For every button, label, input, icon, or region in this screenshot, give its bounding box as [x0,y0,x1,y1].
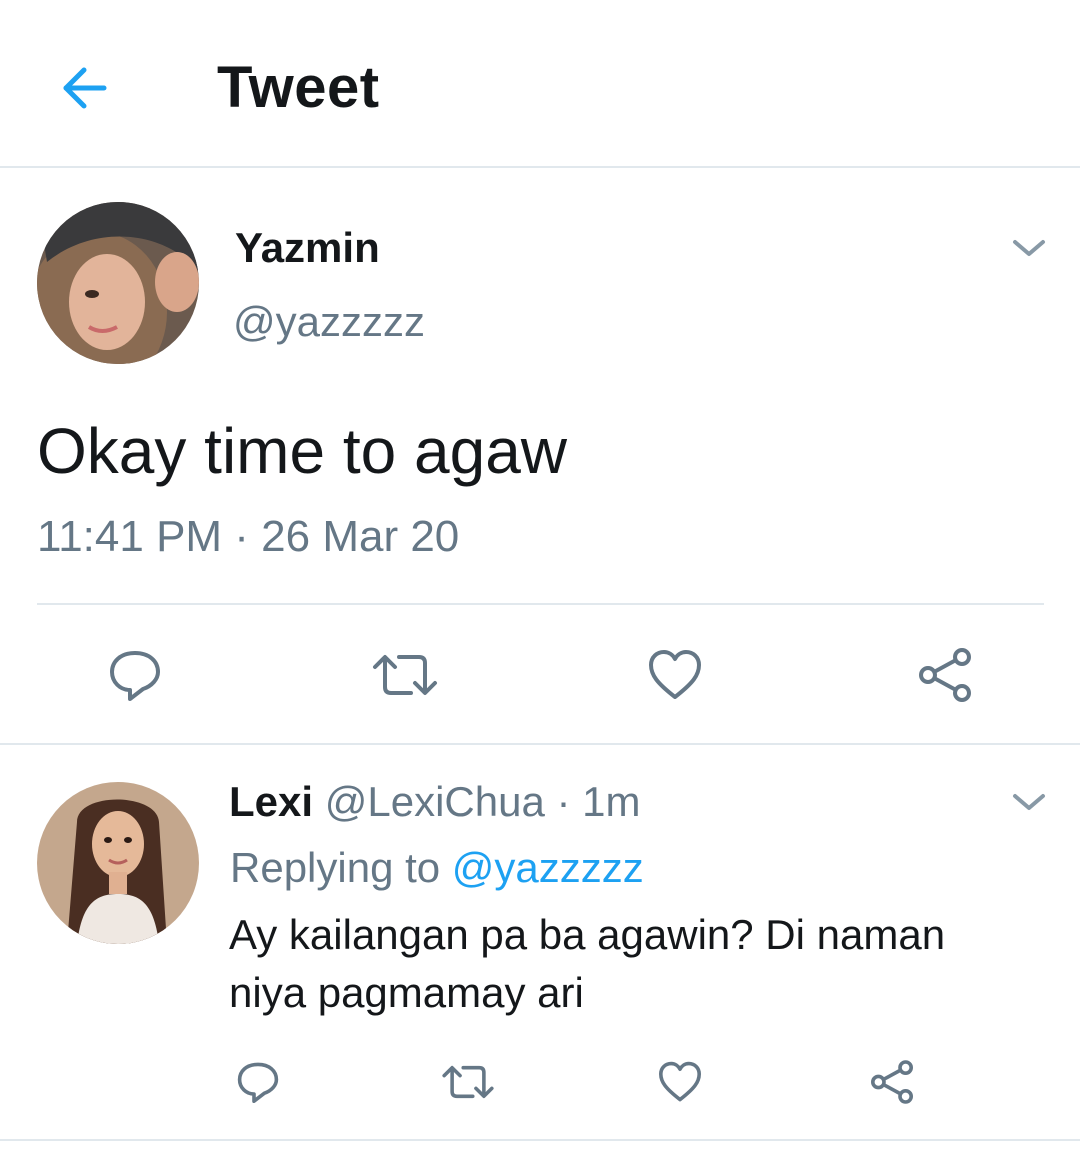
like-button[interactable] [652,1054,708,1110]
retweet-icon [373,655,437,695]
tweet-menu-button[interactable] [1007,226,1051,270]
like-button[interactable] [640,640,710,710]
divider [0,743,1080,745]
reply-author-name[interactable]: Lexi [229,778,313,825]
divider [37,603,1044,605]
chevron-down-icon [1013,794,1045,810]
chevron-down-icon [1013,240,1045,256]
page-title: Tweet [217,55,380,120]
retweet-button[interactable] [370,640,440,710]
top-bar: Tweet [0,0,1080,168]
avatar-image [37,202,199,364]
tweet-text: Okay time to agaw [37,415,567,487]
back-button[interactable] [48,52,120,124]
author-name[interactable]: Yazmin [235,224,380,272]
reply-button[interactable] [100,640,170,710]
share-button[interactable] [864,1054,920,1110]
author-handle[interactable]: @yazzzzz [233,298,425,346]
replying-to: Replying to @yazzzzz [230,844,644,892]
avatar-image [37,782,199,944]
reply-avatar[interactable] [37,782,199,944]
reply-header: Lexi @LexiChua · 1m [229,778,640,826]
like-icon [659,1061,701,1102]
retweet-button[interactable] [440,1054,496,1110]
replying-to-handle[interactable]: @yazzzzz [452,844,644,891]
retweet-icon [442,1065,494,1099]
reply-menu-button[interactable] [1007,780,1051,824]
reply-text: Ay kailangan pa ba agawin? Di naman niya… [229,911,946,1016]
share-button[interactable] [910,640,980,710]
reply-author-handle[interactable]: @LexiChua [325,778,545,825]
share-icon [871,1060,913,1104]
tweet-timestamp: 11:41 PM · 26 Mar 20 [37,512,460,561]
share-icon [919,648,971,702]
reply-button[interactable] [230,1054,286,1110]
divider [0,1139,1080,1141]
like-icon [649,650,701,699]
reply-icon [110,651,160,701]
reply-icon [237,1062,279,1103]
replying-to-label: Replying to [230,844,441,891]
avatar[interactable] [37,202,199,364]
arrow-left-icon [63,67,107,109]
reply-time: · 1m [556,778,641,825]
